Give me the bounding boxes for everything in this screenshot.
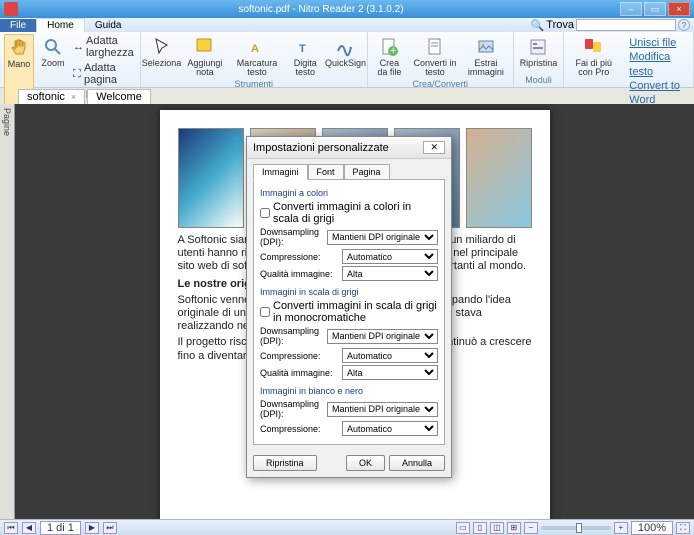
group-crea: Crea/Converti <box>412 79 468 89</box>
sel-quality-gray[interactable]: Alta <box>342 365 438 380</box>
lbl-quality-color: Qualità immagine: <box>260 269 338 279</box>
marcatura-testo-button[interactable]: AMarcatura testo <box>232 34 283 79</box>
dialog-title: Impostazioni personalizzate <box>253 142 389 154</box>
close-button[interactable]: × <box>668 2 690 16</box>
zoom-label: Zoom <box>41 59 64 68</box>
svg-text:+: + <box>390 45 396 57</box>
photo-5 <box>466 128 532 228</box>
adatta-larghezza-button[interactable]: ↔Adatta larghezza <box>72 34 136 60</box>
link-modifica[interactable]: Modifica testo <box>629 50 683 79</box>
fai-di-piu-button[interactable]: Fai di più con Pro <box>568 34 619 109</box>
settings-dialog: Impostazioni personalizzate ✕ Immagini F… <box>246 136 452 478</box>
search-label: Trova <box>546 19 574 31</box>
highlight-icon: A <box>246 36 268 58</box>
dlg-tab-pagina[interactable]: Pagina <box>344 164 390 180</box>
quicksign-button[interactable]: QuickSign <box>328 34 363 79</box>
lbl-compress-bw: Compressione: <box>260 424 338 434</box>
view-mode-3[interactable]: ◫ <box>490 522 504 534</box>
image-icon <box>475 36 497 58</box>
app-icon <box>4 2 18 16</box>
tab-close-icon[interactable]: × <box>71 92 76 102</box>
form-icon <box>527 36 549 58</box>
nav-prev-button[interactable]: ◀ <box>22 522 36 534</box>
fit-width-icon: ↔ <box>73 41 84 53</box>
window-title: softonic.pdf - Nitro Reader 2 (3.1.0.2) <box>22 4 620 15</box>
sel-quality-color[interactable]: Alta <box>342 266 438 281</box>
chk-gray-to-mono[interactable] <box>260 307 270 317</box>
zoom-slider[interactable] <box>541 526 611 530</box>
annulla-button[interactable]: Annulla <box>389 455 445 471</box>
lbl-downsampling-gray: Downsampling (DPI): <box>260 326 323 346</box>
crea-da-file-button[interactable]: +Crea da file <box>372 34 407 79</box>
sign-icon <box>334 36 356 58</box>
converti-testo-button[interactable]: Converti in testo <box>411 34 459 79</box>
sel-downsampling-color[interactable]: Mantieni DPI originale <box>327 230 438 245</box>
dlg-tab-immagini[interactable]: Immagini <box>253 164 308 180</box>
sel-compress-gray[interactable]: Automatico <box>342 348 438 363</box>
cursor-icon <box>151 36 173 58</box>
file-plus-icon: + <box>378 36 400 58</box>
file-menu[interactable]: File <box>0 19 36 32</box>
search-icon: 🔍 <box>531 19 545 32</box>
lbl-compress-gray: Compressione: <box>260 351 338 361</box>
photo-1 <box>178 128 244 228</box>
chk-color-to-gray[interactable] <box>260 208 270 218</box>
section-gray: Immagini in scala di grigi <box>260 287 438 297</box>
view-mode-4[interactable]: ⊞ <box>507 522 521 534</box>
pro-icon <box>583 36 605 58</box>
tab-guida[interactable]: Guida <box>85 19 132 32</box>
zoom-value: 100% <box>631 521 673 535</box>
sel-compress-color[interactable]: Automatico <box>342 249 438 264</box>
help-icon[interactable]: ? <box>678 19 690 31</box>
hand-icon <box>8 37 30 59</box>
section-color: Immagini a colori <box>260 188 438 198</box>
digita-testo-button[interactable]: TDigita testo <box>286 34 324 79</box>
lbl-downsampling-bw: Downsampling (DPI): <box>260 399 323 419</box>
fullscreen-button[interactable]: ⛶ <box>676 522 690 534</box>
fit-page-icon: ⛶ <box>73 68 82 80</box>
zoom-out-button[interactable]: − <box>524 522 538 534</box>
zoom-in-button[interactable]: + <box>614 522 628 534</box>
estrai-immagini-button[interactable]: Estrai immagini <box>463 34 509 79</box>
minimize-button[interactable]: – <box>620 2 642 16</box>
lbl-compress-color: Compressione: <box>260 252 338 262</box>
doc-tab-welcome[interactable]: Welcome <box>87 89 151 104</box>
svg-text:A: A <box>251 43 259 55</box>
side-pagine[interactable]: Pagine <box>0 104 15 519</box>
nav-last-button[interactable]: ⏭ <box>103 522 117 534</box>
group-moduli: Moduli <box>525 75 552 85</box>
view-mode-2[interactable]: ▯ <box>473 522 487 534</box>
dialog-close-button[interactable]: ✕ <box>423 141 445 154</box>
view-mode-1[interactable]: ▭ <box>456 522 470 534</box>
doc-tab-softonic[interactable]: softonic× <box>18 89 85 104</box>
type-icon: T <box>294 36 316 58</box>
page-number: 1 di 1 <box>40 521 81 535</box>
ripristina-button[interactable]: Ripristina <box>253 455 317 471</box>
file-text-icon <box>424 36 446 58</box>
adatta-pagina-button[interactable]: ⛶Adatta pagina <box>72 61 136 87</box>
svg-text:T: T <box>299 43 306 55</box>
sel-downsampling-bw[interactable]: Mantieni DPI originale <box>327 402 438 417</box>
lbl-downsampling-color: Downsampling (DPI): <box>260 227 323 247</box>
sel-compress-bw[interactable]: Automatico <box>342 421 438 436</box>
link-unisci[interactable]: Unisci file <box>629 36 683 50</box>
ripristina-button[interactable]: Ripristina <box>518 34 560 75</box>
nav-first-button[interactable]: ⏮ <box>4 522 18 534</box>
note-icon <box>194 36 216 58</box>
section-bw: Immagini in bianco e nero <box>260 386 438 396</box>
seleziona-button[interactable]: Seleziona <box>145 34 179 79</box>
search-input[interactable] <box>576 19 676 31</box>
lbl-quality-gray: Qualità immagine: <box>260 368 338 378</box>
dlg-tab-font[interactable]: Font <box>308 164 344 180</box>
group-strumenti: Strumenti <box>235 79 274 89</box>
mano-label: Mano <box>8 60 31 69</box>
tab-home[interactable]: Home <box>36 18 85 32</box>
aggiungi-nota-button[interactable]: Aggiungi nota <box>182 34 227 79</box>
maximize-button[interactable]: ▭ <box>644 2 666 16</box>
ok-button[interactable]: OK <box>346 455 385 471</box>
nav-next-button[interactable]: ▶ <box>85 522 99 534</box>
zoom-icon <box>42 36 64 58</box>
sel-downsampling-gray[interactable]: Mantieni DPI originale <box>327 329 438 344</box>
